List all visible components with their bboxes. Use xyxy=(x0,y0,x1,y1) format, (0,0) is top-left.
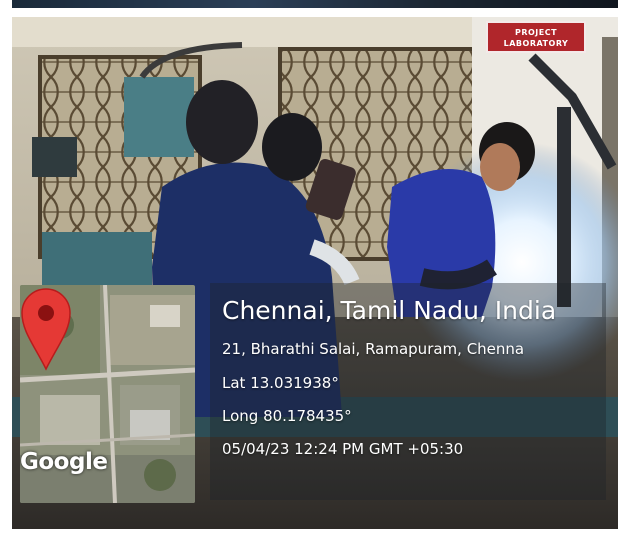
map-pin-icon xyxy=(21,288,71,371)
latitude-value: Lat 13.031938° xyxy=(222,374,339,392)
location-title: Chennai, Tamil Nadu, India xyxy=(222,296,557,325)
longitude-value: Long 80.178435° xyxy=(222,407,352,425)
project-laboratory-sign: PROJECT LABORATORY xyxy=(486,21,586,53)
top-edge-strip xyxy=(12,0,618,8)
location-address: 21, Bharathi Salai, Ramapuram, Chenna xyxy=(222,340,525,358)
timestamp-value: 05/04/23 12:24 PM GMT +05:30 xyxy=(222,440,464,458)
sign-line-2: LABORATORY xyxy=(503,39,569,48)
sign-line-1: PROJECT xyxy=(514,28,558,37)
map-brand-logo: Google xyxy=(20,449,108,475)
map-thumbnail: Google xyxy=(20,285,195,503)
